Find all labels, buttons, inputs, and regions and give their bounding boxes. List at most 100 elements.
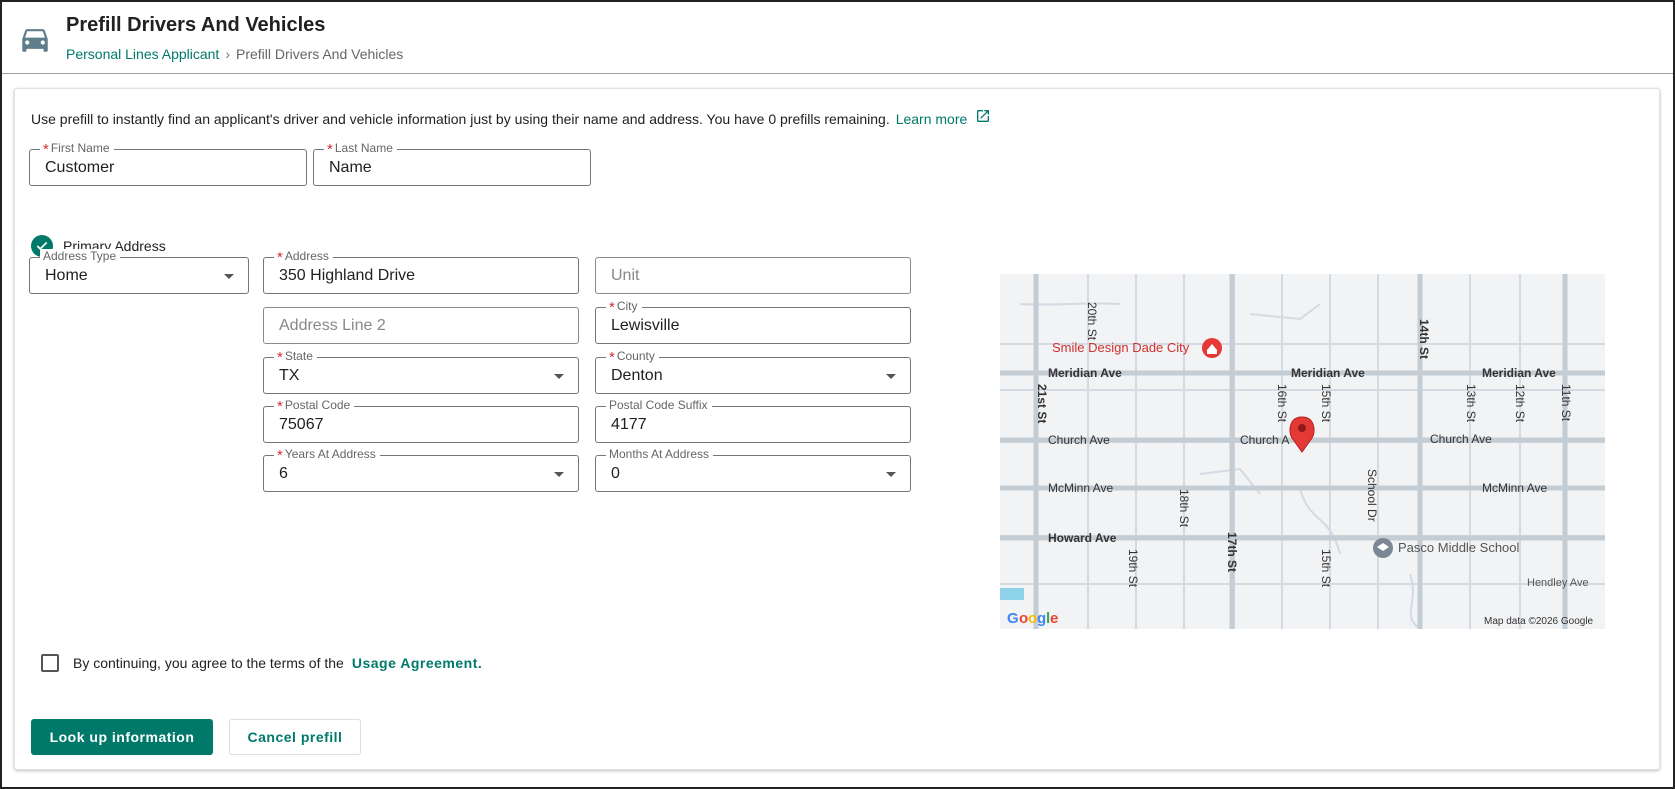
state-label: State bbox=[284, 349, 313, 363]
postal-code-label: Postal Code bbox=[284, 398, 351, 412]
dropdown-arrow-icon bbox=[224, 274, 234, 279]
years-value: 6 bbox=[279, 465, 288, 482]
address-type-select[interactable]: Address Type Home bbox=[29, 249, 249, 294]
map-label-16th-st: 16th St bbox=[1275, 384, 1289, 423]
map-label-howard-ave: Howard Ave bbox=[1048, 531, 1117, 545]
map-label-20th-st: 20th St bbox=[1085, 302, 1099, 341]
dropdown-arrow-icon bbox=[886, 374, 896, 379]
map-label-11th-st: 11th St bbox=[1559, 384, 1573, 422]
city-label: City bbox=[616, 299, 638, 313]
map-label-13th-st: 13th St bbox=[1464, 384, 1478, 423]
map-label-mcminn-ave: McMinn Ave bbox=[1048, 481, 1113, 495]
state-select[interactable]: * State TX bbox=[263, 349, 579, 394]
address-line2-field[interactable]: Address Line 2 bbox=[263, 307, 579, 344]
map-canvas: 20th St 21st St 14th St 16th St 15th St … bbox=[1000, 274, 1605, 629]
required-marker: * bbox=[327, 141, 333, 158]
map-label-14th-st: 14th St bbox=[1417, 319, 1431, 359]
map-label-hendley-ave: Hendley Ave bbox=[1527, 577, 1589, 589]
map-label-19th-st: 19th St bbox=[1126, 549, 1140, 588]
intro-text: Use prefill to instantly find an applica… bbox=[31, 111, 890, 127]
map-label-school-dr: School Dr bbox=[1365, 469, 1379, 522]
state-value: TX bbox=[279, 367, 300, 384]
address-line2-placeholder: Address Line 2 bbox=[279, 317, 386, 334]
agreement-checkbox[interactable] bbox=[41, 654, 59, 672]
address-label: Address bbox=[284, 249, 329, 263]
svg-text:e: e bbox=[1050, 610, 1058, 627]
dropdown-arrow-icon bbox=[886, 472, 896, 477]
map-label-meridian-ave-east: Meridian Ave bbox=[1482, 366, 1556, 380]
map-label-21st-st: 21st St bbox=[1035, 384, 1049, 423]
location-map[interactable]: 20th St 21st St 14th St 16th St 15th St … bbox=[1000, 274, 1605, 629]
required-marker: * bbox=[277, 349, 283, 366]
agreement-text: By continuing, you agree to the terms of… bbox=[73, 655, 344, 671]
postal-suffix-label: Postal Code Suffix bbox=[609, 398, 708, 412]
county-label: County bbox=[616, 349, 655, 363]
external-link-icon[interactable] bbox=[975, 108, 991, 124]
postal-code-field[interactable]: * Postal Code 75067 bbox=[263, 398, 579, 443]
look-up-information-button[interactable]: Look up information bbox=[31, 719, 213, 755]
last-name-field[interactable]: * Last Name Name bbox=[313, 141, 591, 186]
months-label: Months At Address bbox=[609, 447, 710, 461]
years-label: Years At Address bbox=[284, 447, 376, 461]
intro-text-row: Use prefill to instantly find an applica… bbox=[31, 108, 991, 127]
county-value: Denton bbox=[611, 367, 663, 384]
address-type-value: Home bbox=[45, 267, 88, 284]
page-title: Prefill Drivers And Vehicles bbox=[66, 14, 326, 36]
dropdown-arrow-icon bbox=[554, 374, 564, 379]
map-label-church-ave: Church Ave bbox=[1048, 433, 1110, 447]
required-marker: * bbox=[43, 141, 49, 158]
dropdown-arrow-icon bbox=[554, 472, 564, 477]
months-value: 0 bbox=[611, 465, 620, 482]
required-marker: * bbox=[277, 398, 283, 415]
map-place-smile-design: Smile Design Dade City bbox=[1052, 340, 1190, 355]
cancel-prefill-button[interactable]: Cancel prefill bbox=[229, 719, 361, 755]
learn-more-link[interactable]: Learn more bbox=[896, 111, 968, 127]
postal-suffix-field[interactable]: Postal Code Suffix 4177 bbox=[595, 398, 911, 443]
map-attribution: Map data ©2026 Google bbox=[1484, 616, 1594, 627]
map-label-18th-st: 18th St bbox=[1177, 489, 1191, 528]
school-poi-icon bbox=[1373, 538, 1393, 558]
car-icon bbox=[22, 29, 48, 52]
svg-text:G: G bbox=[1007, 610, 1019, 627]
usage-agreement-link[interactable]: Usage Agreement. bbox=[352, 655, 482, 671]
map-label-15th-st: 15th St bbox=[1319, 384, 1333, 423]
city-field[interactable]: * City Lewisville bbox=[595, 299, 911, 344]
required-marker: * bbox=[277, 447, 283, 464]
svg-text:g: g bbox=[1037, 610, 1046, 627]
last-name-value: Name bbox=[329, 159, 372, 176]
breadcrumb-current: Prefill Drivers And Vehicles bbox=[236, 46, 404, 62]
breadcrumb: Personal Lines Applicant › Prefill Drive… bbox=[66, 46, 403, 62]
map-label-12th-st: 12th St bbox=[1513, 384, 1527, 423]
map-place-pasco-middle-school: Pasco Middle School bbox=[1398, 540, 1520, 555]
address-line1-field[interactable]: * Address 350 Highland Drive bbox=[263, 249, 579, 294]
postal-suffix-value: 4177 bbox=[611, 416, 647, 433]
first-name-field[interactable]: * First Name Customer bbox=[29, 141, 307, 186]
agreement-row: By continuing, you agree to the terms of… bbox=[41, 654, 482, 672]
postal-code-value: 75067 bbox=[279, 416, 324, 433]
svg-text:o: o bbox=[1028, 610, 1037, 627]
required-marker: * bbox=[609, 299, 615, 316]
months-at-address-select[interactable]: Months At Address 0 bbox=[595, 447, 911, 492]
first-name-label: First Name bbox=[50, 141, 110, 155]
years-at-address-select[interactable]: * Years At Address 6 bbox=[263, 447, 579, 492]
city-value: Lewisville bbox=[611, 317, 680, 334]
address-line1-value: 350 Highland Drive bbox=[279, 267, 416, 284]
unit-placeholder: Unit bbox=[611, 267, 640, 284]
address-type-label: Address Type bbox=[43, 249, 117, 263]
county-select[interactable]: * County Denton bbox=[595, 349, 911, 394]
svg-text:o: o bbox=[1019, 610, 1028, 627]
map-label-church-ave-east: Church Ave bbox=[1430, 432, 1492, 446]
prefill-card: Use prefill to instantly find an applica… bbox=[14, 88, 1660, 770]
unit-field[interactable]: Unit bbox=[595, 257, 911, 294]
google-logo: G o o g l e bbox=[1007, 610, 1058, 627]
dental-poi-icon bbox=[1202, 338, 1222, 358]
map-label-mcminn-ave-east: McMinn Ave bbox=[1482, 481, 1547, 495]
map-label-meridian-ave-mid: Meridian Ave bbox=[1291, 366, 1365, 380]
last-name-label: Last Name bbox=[334, 141, 393, 155]
page-header: Prefill Drivers And Vehicles Personal Li… bbox=[2, 2, 1673, 74]
map-label-church-ave-mid: Church A bbox=[1240, 433, 1289, 447]
first-name-value: Customer bbox=[45, 159, 115, 176]
map-label-15th-st-south: 15th St bbox=[1319, 549, 1333, 588]
map-label-17th-st: 17th St bbox=[1225, 532, 1239, 572]
breadcrumb-parent-link[interactable]: Personal Lines Applicant bbox=[66, 46, 219, 62]
